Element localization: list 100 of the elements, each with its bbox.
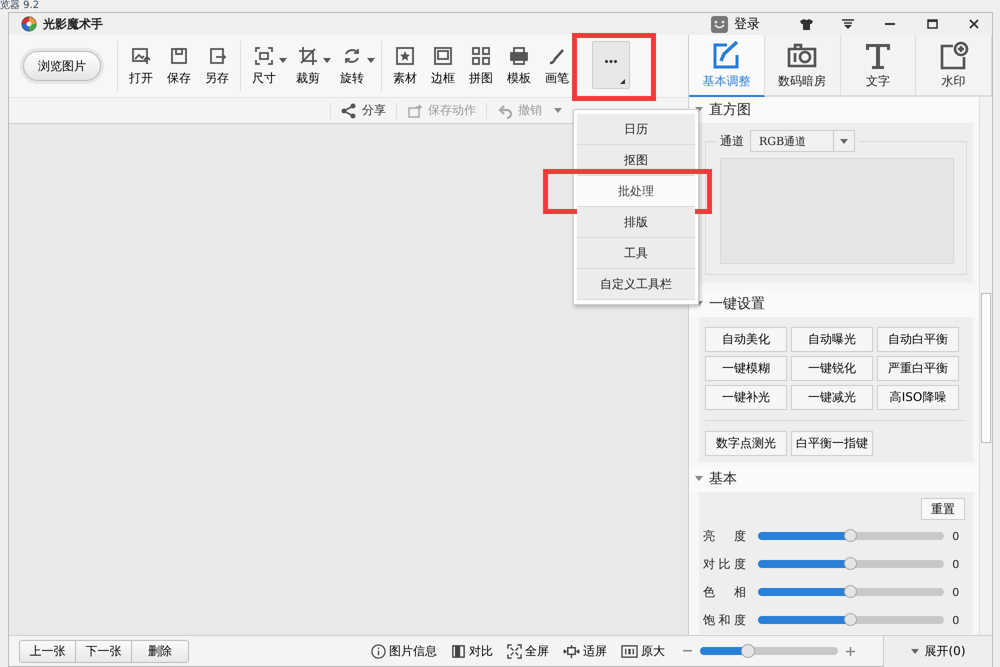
nav-button[interactable]: 下一张 <box>76 640 132 662</box>
section-title: 直方图 <box>709 101 751 119</box>
toolbar-button[interactable]: 拼图 <box>462 46 500 86</box>
actual-size-icon <box>621 644 638 658</box>
preset-button[interactable]: 自动白平衡 <box>877 327 959 352</box>
section-title: 一键设置 <box>709 295 765 313</box>
slider-value: 0 <box>952 558 960 570</box>
slider[interactable] <box>758 588 944 596</box>
window-title: 光影魔术手 <box>43 16 103 32</box>
channel-dropdown[interactable]: RGB通道 <box>750 130 855 152</box>
menu-item[interactable]: 排版 <box>577 207 695 238</box>
camera-icon <box>787 40 818 70</box>
view-button[interactable]: 对比 <box>451 642 493 660</box>
smiley-icon <box>711 16 728 32</box>
slider[interactable] <box>758 532 944 540</box>
nav-button[interactable]: 删除 <box>132 640 188 662</box>
export-icon <box>207 46 227 66</box>
info-icon <box>371 644 386 658</box>
caret-icon <box>554 108 562 113</box>
toolbar-button[interactable]: 素材 <box>386 46 424 86</box>
corner-icon <box>620 79 625 84</box>
preset-button[interactable]: 一键模糊 <box>705 356 787 381</box>
caret-icon <box>910 648 918 654</box>
caret-icon <box>840 138 848 144</box>
toolbar-button[interactable]: 打开 <box>122 46 160 86</box>
fit-screen-icon <box>563 644 580 658</box>
app-logo-icon <box>21 16 37 32</box>
toolbar-button[interactable]: 旋转 <box>333 46 371 86</box>
preset-button[interactable]: 高ISO降噪 <box>877 385 959 410</box>
slider-label: 色相 <box>703 584 746 600</box>
slider-value: 0 <box>952 530 960 542</box>
toolbar-button[interactable]: 分享 <box>337 102 390 119</box>
menu-item[interactable]: 自定义工具栏 <box>577 269 695 300</box>
undo-icon <box>497 102 513 118</box>
toolbar-button[interactable]: 尺寸 <box>245 46 283 86</box>
expand-button[interactable]: 展开(0) <box>883 636 992 666</box>
toolbar-button[interactable]: 保存 <box>160 46 198 86</box>
preset-button[interactable]: 一键减光 <box>791 385 873 410</box>
caret-icon <box>323 58 331 62</box>
close-icon <box>969 19 979 29</box>
compare-icon <box>451 644 466 658</box>
reset-button[interactable]: 重置 <box>921 498 965 520</box>
image-icon <box>131 46 151 66</box>
view-button[interactable]: 适屏 <box>563 642 607 660</box>
zoom-slider[interactable] <box>700 647 838 655</box>
minimize-icon <box>885 23 895 25</box>
preset-button[interactable]: 白平衡一指键 <box>791 431 873 456</box>
menu-item[interactable]: 日历 <box>577 114 695 145</box>
dropdown-arrow[interactable] <box>323 58 331 62</box>
slider-label: 亮度 <box>703 528 746 544</box>
panel-tab[interactable]: 水印 <box>916 35 992 97</box>
preset-button[interactable]: 一键锐化 <box>791 356 873 381</box>
save-action-icon <box>407 102 423 118</box>
background-window-title: 览器 9.2 <box>0 0 40 12</box>
frame-icon <box>433 46 453 66</box>
slider-label: 饱和度 <box>703 612 746 628</box>
panel-tab[interactable]: 基本调整 <box>689 35 765 97</box>
more-button[interactable] <box>592 41 630 89</box>
preset-button[interactable]: 一键补光 <box>705 385 787 410</box>
panel-tab[interactable]: 文字 <box>840 35 916 97</box>
preset-button[interactable]: 自动美化 <box>705 327 787 352</box>
toolbar-button[interactable]: 裁剪 <box>289 46 327 86</box>
panel-tab[interactable]: 数码暗房 <box>764 35 840 97</box>
view-button[interactable]: 原大 <box>621 642 665 660</box>
toolbar-button[interactable]: 画笔 <box>538 46 576 86</box>
slider-value: 0 <box>952 614 960 626</box>
save-icon <box>169 46 189 66</box>
grid-icon <box>471 46 491 66</box>
collapse-icon[interactable] <box>695 476 703 482</box>
view-button[interactable]: 全屏 <box>507 642 549 660</box>
slider-value: 0 <box>952 586 960 598</box>
add-image-icon <box>938 40 969 70</box>
preset-button[interactable]: 数字点测光 <box>705 431 787 456</box>
caret-icon <box>279 58 287 62</box>
nav-button[interactable]: 上一张 <box>20 640 76 662</box>
edit-icon <box>711 40 742 70</box>
slider[interactable] <box>758 616 944 624</box>
login-button[interactable]: 登录 <box>711 13 760 35</box>
channel-label: 通道 <box>720 132 744 150</box>
crop-icon <box>298 46 318 66</box>
share-icon <box>341 102 357 118</box>
resize-icon <box>254 46 274 66</box>
scrollbar-thumb[interactable] <box>981 293 991 443</box>
maximize-icon <box>926 19 938 29</box>
dropdown-arrow[interactable] <box>367 58 375 62</box>
slider[interactable] <box>758 560 944 568</box>
toolbar-button[interactable]: 边框 <box>424 46 462 86</box>
toolbar-button[interactable]: 模板 <box>500 46 538 86</box>
browse-images-button[interactable]: 浏览图片 <box>23 51 101 81</box>
menu-item[interactable]: 工具 <box>577 238 695 269</box>
zoom-in-icon[interactable] <box>846 646 855 656</box>
caret-icon <box>367 58 375 62</box>
toolbar-button[interactable]: 另存 <box>198 46 236 86</box>
dropdown-arrow[interactable] <box>279 58 287 62</box>
more-icon <box>605 60 617 63</box>
preset-button[interactable]: 严重白平衡 <box>877 356 959 381</box>
fullscreen-icon <box>507 644 522 658</box>
view-button[interactable]: 图片信息 <box>371 642 437 660</box>
preset-button[interactable]: 自动曝光 <box>791 327 873 352</box>
section-title: 基本 <box>709 470 737 488</box>
